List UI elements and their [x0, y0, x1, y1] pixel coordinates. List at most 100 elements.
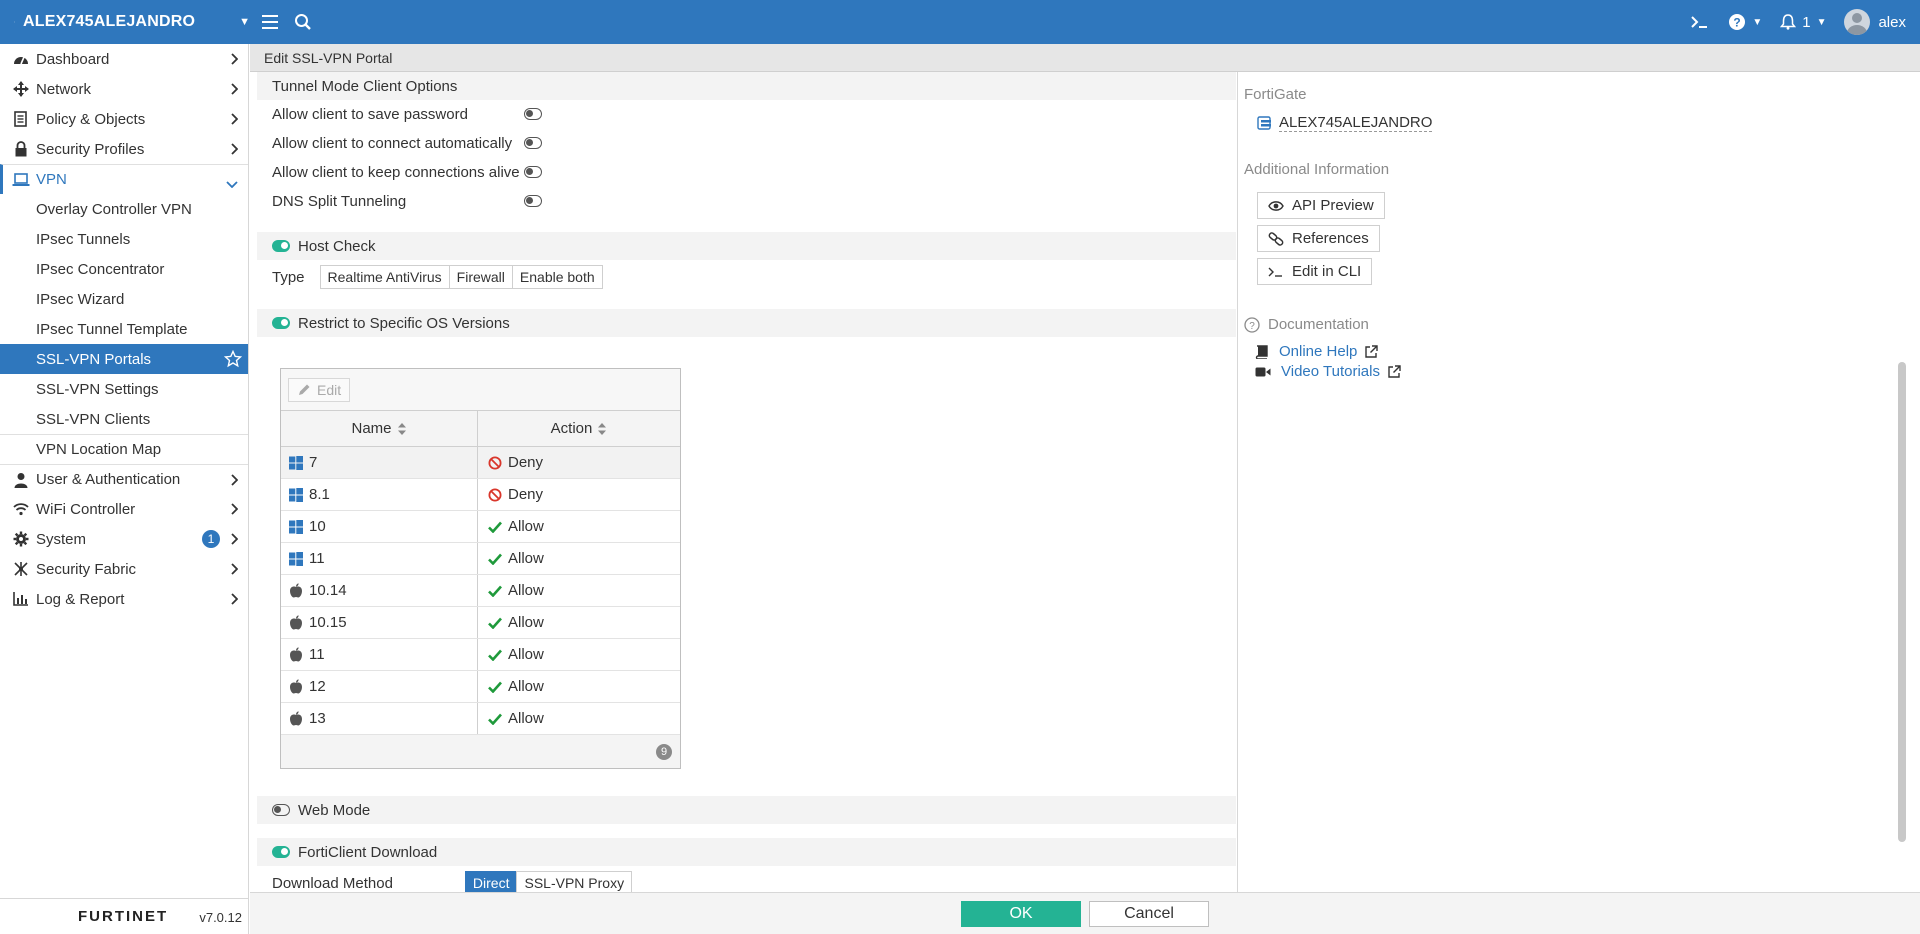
external-link-icon [1388, 364, 1401, 378]
os-action: Allow [508, 678, 544, 695]
scrollbar[interactable] [1898, 362, 1906, 842]
search-icon[interactable] [292, 11, 314, 33]
column-header-name[interactable]: Name [281, 411, 478, 446]
table-row[interactable]: 11 Allow [281, 639, 680, 671]
firmware-version: v7.0.12 [199, 910, 242, 925]
hamburger-menu-icon[interactable] [260, 11, 282, 33]
chart-icon [12, 590, 30, 608]
sidebar-item-label: VPN [36, 171, 67, 188]
os-action: Deny [508, 486, 544, 503]
windows-icon [289, 519, 303, 534]
sidebar-item-security-fabric[interactable]: Security Fabric [0, 554, 248, 584]
sidebar-sub-ssl-vpn-portals[interactable]: SSL-VPN Portals [0, 344, 248, 374]
sidebar-sub-ipsec-tunnel-template[interactable]: IPsec Tunnel Template [0, 314, 248, 344]
apple-icon [290, 647, 302, 662]
method-ssl-vpn-proxy[interactable]: SSL-VPN Proxy [516, 871, 633, 892]
video-tutorials-link[interactable]: Video Tutorials [1255, 363, 1401, 380]
sidebar-item-network[interactable]: Network [0, 74, 248, 104]
ok-button[interactable]: OK [961, 901, 1081, 927]
option-label: Allow client to keep connections alive [272, 164, 520, 181]
sidebar-item-label: WiFi Controller [36, 500, 136, 518]
sidebar-item-label: Network [36, 80, 92, 98]
sidebar-item-log-report[interactable]: Log & Report [0, 584, 248, 614]
sidebar-item-policy-objects[interactable]: Policy & Objects [0, 104, 248, 134]
references-button[interactable]: References [1257, 225, 1380, 252]
help-menu[interactable]: ? ▼ [1728, 13, 1762, 31]
video-camera-icon [1255, 367, 1271, 376]
sidebar-sub-ipsec-tunnels[interactable]: IPsec Tunnels [0, 224, 248, 254]
method-direct[interactable]: Direct [464, 871, 518, 892]
option-dns-split-tunneling: DNS Split Tunneling [257, 187, 1236, 216]
method-label: Download Method [272, 874, 393, 892]
table-row[interactable]: 12 Allow [281, 671, 680, 703]
notifications-menu[interactable]: 1 ▼ [1780, 14, 1826, 31]
section-title: FortiClient Download [298, 843, 438, 861]
chevron-down-icon: ▼ [1752, 16, 1763, 28]
table-row[interactable]: 13 Allow [281, 703, 680, 735]
check-icon [488, 681, 502, 693]
sidebar-sub-ipsec-concentrator[interactable]: IPsec Concentrator [0, 254, 248, 284]
os-action: Allow [508, 518, 544, 535]
sidebar-item-system[interactable]: System 1 [0, 524, 248, 554]
device-icon [1257, 116, 1271, 130]
sidebar-item-label: User & Authentication [36, 471, 181, 488]
keep-alive-toggle[interactable] [524, 166, 542, 178]
table-row[interactable]: 11 Allow [281, 543, 680, 575]
sidebar-item-vpn[interactable]: VPN [0, 164, 248, 194]
column-header-action[interactable]: Action [478, 411, 680, 446]
table-row[interactable]: 10.14 Allow [281, 575, 680, 607]
avatar [1844, 9, 1871, 35]
table-row[interactable]: 10 Allow [281, 511, 680, 543]
svg-text:?: ? [1249, 321, 1255, 332]
sidebar-item-label: Dashboard [36, 50, 110, 68]
edit-button[interactable]: Edit [288, 377, 351, 402]
svg-text:?: ? [1734, 16, 1741, 30]
web-mode-toggle[interactable] [272, 804, 290, 816]
device-name: ALEX745ALEJANDRO [22, 13, 196, 30]
star-icon[interactable] [223, 349, 243, 372]
table-row[interactable]: 8.1 Deny [281, 479, 680, 511]
forticlient-download-toggle[interactable] [272, 846, 290, 858]
deny-icon [488, 488, 502, 501]
os-version: 10.14 [309, 582, 347, 599]
os-action-cell: Allow [478, 607, 680, 638]
sidebar-sub-ssl-vpn-clients[interactable]: SSL-VPN Clients [0, 404, 248, 434]
cancel-button[interactable]: Cancel [1089, 901, 1209, 927]
os-action-cell: Allow [478, 543, 680, 574]
type-realtime-antivirus[interactable]: Realtime AntiVirus [319, 265, 450, 289]
sidebar-item-security-profiles[interactable]: Security Profiles [0, 134, 248, 164]
cli-console-icon[interactable] [1690, 14, 1710, 30]
lock-icon [12, 140, 30, 158]
os-action: Deny [508, 454, 544, 471]
sidebar-sub-ipsec-wizard[interactable]: IPsec Wizard [0, 284, 248, 314]
fortigate-device[interactable]: ALEX745ALEJANDRO [1257, 114, 1433, 132]
os-action: Allow [508, 710, 544, 727]
api-preview-button[interactable]: API Preview [1257, 192, 1385, 219]
user-menu[interactable]: alex [1844, 9, 1906, 35]
type-enable-both[interactable]: Enable both [511, 265, 603, 289]
os-name-cell: 10.14 [281, 575, 478, 606]
table-row[interactable]: 7 Deny [281, 447, 680, 479]
sidebar-sub-vpn-location-map[interactable]: VPN Location Map [0, 434, 248, 464]
page-title-bar: Edit SSL-VPN Portal [250, 44, 1920, 72]
sidebar: Dashboard Network Policy & Objects Secur… [0, 44, 249, 934]
sidebar-item-wifi-controller[interactable]: WiFi Controller [0, 494, 248, 524]
online-help-link[interactable]: Online Help [1255, 343, 1379, 360]
sidebar-item-user-authentication[interactable]: User & Authentication [0, 464, 248, 494]
os-name-cell: 7 [281, 447, 478, 478]
os-name-cell: 10 [281, 511, 478, 542]
chevron-right-icon [230, 52, 239, 69]
sidebar-sub-overlay-controller-vpn[interactable]: Overlay Controller VPN [0, 194, 248, 224]
connect-automatically-toggle[interactable] [524, 137, 542, 149]
edit-in-cli-button[interactable]: Edit in CLI [1257, 258, 1373, 285]
type-firewall[interactable]: Firewall [448, 265, 513, 289]
chevron-down-icon [226, 175, 238, 192]
table-row[interactable]: 10.15 Allow [281, 607, 680, 639]
host-check-toggle[interactable] [272, 240, 290, 252]
save-password-toggle[interactable] [524, 108, 542, 120]
restrict-os-toggle[interactable] [272, 317, 290, 329]
sidebar-sub-ssl-vpn-settings[interactable]: SSL-VPN Settings [0, 374, 248, 404]
device-selector[interactable]: ALEX745ALEJANDRO ▼ [0, 0, 250, 44]
sidebar-item-dashboard[interactable]: Dashboard [0, 44, 248, 74]
dns-split-tunneling-toggle[interactable] [524, 195, 542, 207]
